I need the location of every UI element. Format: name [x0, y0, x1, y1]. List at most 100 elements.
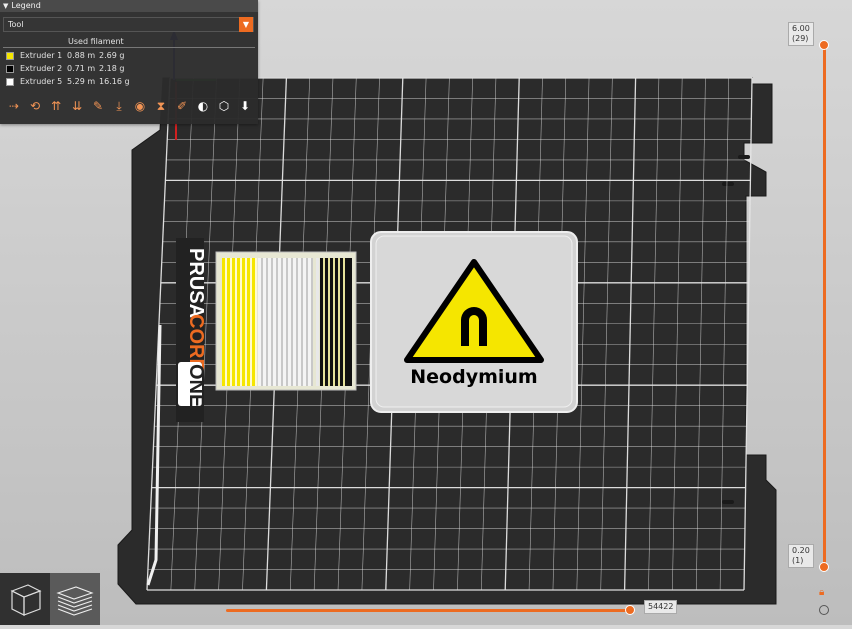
filament-weight: 16.16 g: [99, 77, 130, 86]
wipe-tower-stripe: [232, 258, 235, 386]
wipe-tower-stripe: [325, 258, 328, 386]
move-slider-thumb[interactable]: [625, 605, 635, 615]
wipe-tower-stripe: [303, 258, 306, 386]
preview-layers-icon: [56, 586, 94, 616]
wipe-tower-stripe: [240, 258, 242, 386]
wipe-tower-stripe: [268, 258, 271, 386]
view-type-value: Tool: [8, 20, 24, 29]
wipe-tower-stripe: [335, 258, 338, 386]
wipe-tower-stripe: [283, 258, 286, 386]
3d-view-button[interactable]: [0, 573, 50, 625]
lock-icon[interactable]: 🔒︎: [819, 588, 829, 598]
wipe-tower-stripe: [296, 258, 298, 386]
color-swatch: [6, 65, 14, 73]
chevron-down-icon[interactable]: ▼: [239, 17, 253, 32]
tool-marker-icon[interactable]: ⬇: [236, 97, 254, 115]
wipe-tower-stripe: [291, 258, 293, 386]
wipe-tower-stripe: [247, 258, 250, 386]
view-mode-buttons: [0, 573, 100, 625]
wipe-tower-stripe: [343, 258, 345, 386]
wipe-tower-stripe: [340, 258, 343, 386]
tool-changes-icon[interactable]: ⤓: [110, 97, 128, 115]
wipe-tower-stripe: [288, 258, 291, 386]
wipe-tower-stripe: [320, 258, 323, 386]
wipe-tower-stripe: [338, 258, 340, 386]
retractions-icon[interactable]: ⇈: [47, 97, 65, 115]
wipe-tower-stripe: [266, 258, 268, 386]
wipe-tower-stripe: [276, 258, 278, 386]
extruder-name: Extruder 1: [20, 51, 63, 60]
wipe-tower-stripe: [306, 258, 308, 386]
seams-icon[interactable]: ✎: [89, 97, 107, 115]
legend-title: Legend: [11, 1, 41, 10]
wipe-tower-stripe: [258, 258, 261, 386]
3d-view-icon: [10, 584, 42, 616]
wipe-tower-stripe: [346, 258, 352, 386]
extruder-name: Extruder 5: [20, 77, 63, 86]
bottom-layer-height: 0.20: [792, 546, 810, 555]
top-layer-height: 6.00: [792, 24, 810, 33]
wipe-tower-stripe: [333, 258, 335, 386]
filament-length: 5.29 m: [67, 77, 96, 86]
collapse-triangle-icon[interactable]: ▼: [3, 0, 8, 12]
wipe-tower-stripe: [301, 258, 303, 386]
wipe-tower-stripe: [222, 258, 225, 386]
color-swatch: [6, 78, 14, 86]
top-layer-number: (29): [792, 34, 809, 43]
wipe-tower-stripe: [286, 258, 288, 386]
color-changes-icon[interactable]: ◉: [131, 97, 149, 115]
wipe-tower-stripe: [242, 258, 245, 386]
layer-slider-bottom-thumb[interactable]: [819, 562, 829, 572]
move-slider-value: 54422: [644, 600, 678, 614]
filament-weight: 2.69 g: [99, 51, 125, 60]
wipe-tower-stripe: [293, 258, 296, 386]
center-of-gravity-icon[interactable]: ◐: [194, 97, 212, 115]
wipe-tower-stripe: [230, 258, 232, 386]
wipe-tower-stripe: [237, 258, 240, 386]
wipe-tower-stripe: [250, 258, 252, 386]
layer-slider-track[interactable]: [823, 45, 826, 568]
filament-weight: 2.18 g: [99, 64, 125, 73]
wipe-tower-stripe: [311, 258, 313, 386]
wipe-tower-stripe: [245, 258, 247, 386]
wipe-tower-stripe: [278, 258, 281, 386]
wipe-tower-stripe: [255, 258, 257, 386]
bottom-layer-number: (1): [792, 556, 804, 565]
bottom-layer-label: 0.20 (1): [788, 544, 814, 568]
travel-icon[interactable]: ⇢: [5, 97, 23, 115]
wipe-tower-stripe: [271, 258, 273, 386]
wipe-tower-stripe: [330, 258, 333, 386]
filament-length: 0.88 m: [67, 51, 96, 60]
wipe-tower-stripe: [225, 258, 227, 386]
top-layer-label: 6.00 (29): [788, 22, 814, 46]
svg-text:ONE: ONE: [185, 364, 207, 407]
wipe-tower-stripe: [308, 258, 311, 386]
used-filament-header: Used filament: [68, 37, 124, 46]
wipe-tower-stripe: [227, 258, 230, 386]
legend-header[interactable]: ▼ Legend: [0, 0, 258, 12]
wipe-tower-stripe: [263, 258, 266, 386]
wipe-tower-stripe: [281, 258, 283, 386]
wipe-tower-stripe: [235, 258, 237, 386]
view-type-select[interactable]: Tool ▼: [3, 17, 254, 32]
brand-logo: PRUSA CORE ONE: [176, 238, 207, 422]
custom-gcodes-icon[interactable]: ✐: [173, 97, 191, 115]
settings-cog-icon[interactable]: [819, 605, 829, 615]
svg-text:PRUSA: PRUSA: [185, 248, 207, 318]
deretractions-icon[interactable]: ⇊: [68, 97, 86, 115]
wipe-tower-stripe: [261, 258, 263, 386]
layer-slider-top-thumb[interactable]: [819, 40, 829, 50]
wipe-icon[interactable]: ⟲: [26, 97, 44, 115]
pause-prints-icon[interactable]: ⧗: [152, 97, 170, 115]
preview-button[interactable]: [50, 573, 100, 625]
legend-panel: ▼ Legend Tool ▼ Used filament Extruder 1 …: [0, 0, 258, 124]
filament-length: 0.71 m: [67, 64, 96, 73]
wipe-tower-stripe: [252, 258, 255, 386]
extruder-name: Extruder 2: [20, 64, 63, 73]
color-swatch: [6, 52, 14, 60]
shells-icon[interactable]: ⬡: [215, 97, 233, 115]
wipe-tower-stripe: [316, 258, 319, 386]
svg-text:Neodymium: Neodymium: [410, 366, 537, 388]
move-slider-track[interactable]: [226, 609, 632, 612]
wipe-tower-stripe: [323, 258, 325, 386]
